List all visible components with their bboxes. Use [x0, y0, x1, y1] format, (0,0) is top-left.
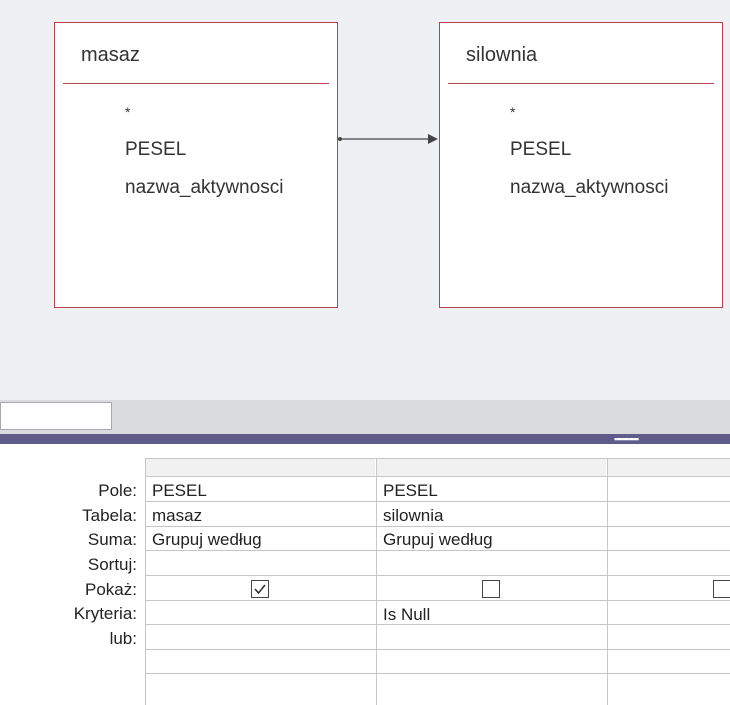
row-divider — [145, 501, 730, 502]
column-divider — [145, 458, 146, 705]
show-checkbox[interactable] — [251, 580, 269, 598]
row-label-kryteria: Kryteria: — [73, 604, 137, 623]
column-selector[interactable] — [376, 458, 606, 476]
row-label-lub: lub: — [109, 629, 137, 648]
row-divider — [145, 649, 730, 650]
row-label-pokaz: Pokaż: — [85, 580, 137, 599]
splitter-grip-icon[interactable]: ▪▪▪▪▪▪▪▪▪▪▪ — [614, 435, 639, 444]
row-divider — [145, 673, 730, 674]
row-divider — [145, 550, 730, 551]
join-line[interactable] — [0, 0, 730, 400]
scroll-box[interactable] — [0, 402, 112, 430]
grid-columns: PESEL masaz Grupuj według PESEL silownia… — [145, 458, 730, 705]
query-design-area[interactable]: masaz * PESEL nazwa_aktywnosci silownia … — [0, 0, 730, 400]
query-grid: Pole: Tabela: Suma: Sortuj: Pokaż: Kryte… — [0, 444, 730, 705]
row-divider — [145, 458, 730, 459]
cell-pole[interactable]: PESEL — [152, 481, 207, 501]
column-divider — [607, 458, 608, 705]
show-checkbox[interactable] — [713, 580, 730, 598]
cell-tabela[interactable]: masaz — [152, 506, 202, 526]
cell-suma[interactable]: Grupuj według — [152, 530, 262, 550]
row-divider — [145, 526, 730, 527]
row-divider — [145, 575, 730, 576]
row-divider — [145, 476, 730, 477]
row-divider — [145, 624, 730, 625]
row-label-pole: Pole: — [98, 481, 137, 500]
row-label-tabela: Tabela: — [82, 506, 137, 525]
show-checkbox[interactable] — [482, 580, 500, 598]
cell-pole[interactable]: PESEL — [383, 481, 438, 501]
cell-suma[interactable]: Grupuj według — [383, 530, 493, 550]
arrow-head-icon — [428, 134, 438, 144]
cell-tabela[interactable]: silownia — [383, 506, 443, 526]
column-selector[interactable] — [607, 458, 730, 476]
row-label-sortuj: Sortuj: — [87, 555, 137, 574]
checkmark-icon — [254, 584, 266, 595]
column-divider — [376, 458, 377, 705]
cell-kryteria[interactable]: Is Null — [383, 605, 430, 625]
row-label-suma: Suma: — [87, 530, 137, 549]
row-divider — [145, 600, 730, 601]
column-selector[interactable] — [145, 458, 375, 476]
